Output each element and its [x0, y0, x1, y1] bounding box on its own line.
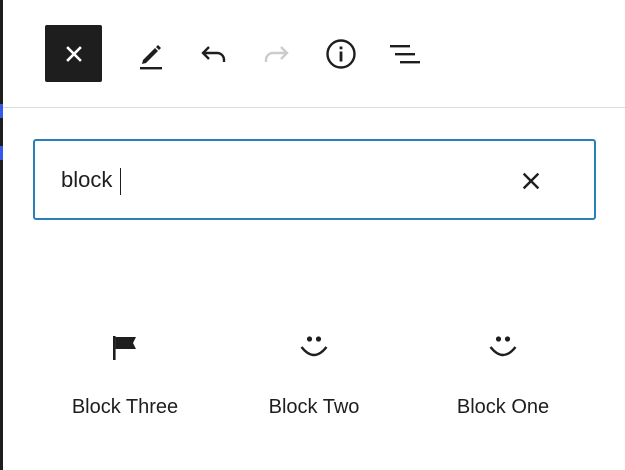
close-inserter-button[interactable] [45, 25, 102, 82]
block-item-block-two[interactable]: Block Two [224, 318, 404, 428]
document-outline-button[interactable] [381, 30, 429, 78]
block-item-label: Block One [456, 396, 550, 418]
close-icon [522, 172, 540, 190]
smiley-icon [489, 336, 517, 357]
undo-icon [201, 46, 226, 62]
top-toolbar [3, 0, 625, 108]
pencil-icon [140, 45, 162, 70]
flag-icon [113, 336, 136, 360]
redo-button[interactable] [253, 30, 301, 78]
smiley-icon [300, 336, 328, 357]
details-button[interactable] [317, 30, 365, 78]
block-item-block-one[interactable]: Block One [413, 318, 593, 428]
block-item-label: Block Three [71, 396, 179, 418]
block-item-block-three[interactable]: Block Three [35, 318, 215, 428]
redo-icon [264, 46, 289, 62]
search-input[interactable] [61, 161, 481, 199]
block-item-label: Block Two [268, 396, 360, 418]
tools-button[interactable] [125, 30, 173, 78]
clear-search-button[interactable] [511, 161, 551, 201]
edge-accent [0, 146, 3, 160]
close-icon [65, 45, 82, 62]
info-icon [326, 39, 356, 69]
text-caret [120, 168, 121, 195]
list-view-icon [390, 45, 420, 64]
undo-button[interactable] [189, 30, 237, 78]
block-search [33, 139, 596, 220]
block-inserter-panel: Block Three Block Two Block One [0, 0, 625, 470]
